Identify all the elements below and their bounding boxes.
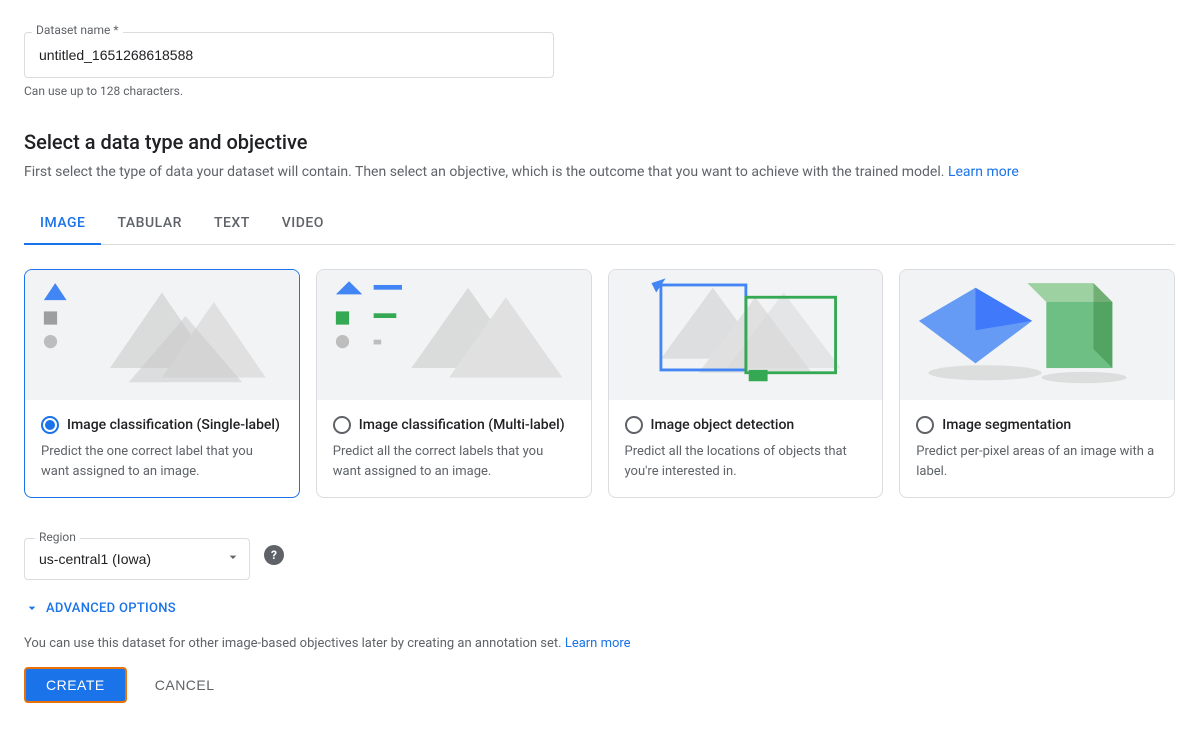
section-title: Select a data type and objective (24, 130, 1175, 154)
card-image-single-label (25, 270, 299, 400)
dataset-name-input[interactable] (24, 32, 554, 78)
card-title-segmentation: Image segmentation (916, 416, 1158, 434)
chevron-down-icon-advanced (24, 600, 40, 616)
radio-multi-label[interactable] (333, 416, 351, 434)
card-object-detection[interactable]: Image object detection Predict all the l… (608, 269, 884, 498)
card-desc-single-label: Predict the one correct label that you w… (41, 442, 283, 481)
card-title-multi-label: Image classification (Multi-label) (333, 416, 575, 434)
region-select-wrapper: Region us-central1 (Iowa) us-east1 (Sout… (24, 538, 250, 580)
objective-cards: Image classification (Single-label) Pred… (24, 269, 1175, 498)
data-type-tabs: IMAGE TABULAR TEXT VIDEO (24, 203, 1175, 245)
tab-image[interactable]: IMAGE (24, 203, 101, 245)
learn-more-link-bottom[interactable]: Learn more (565, 636, 631, 651)
card-title-single-label: Image classification (Single-label) (41, 416, 283, 434)
card-multi-label[interactable]: Image classification (Multi-label) Predi… (316, 269, 592, 498)
region-label: Region (35, 530, 80, 544)
tab-tabular[interactable]: TABULAR (101, 203, 197, 245)
card-title-object-detection: Image object detection (625, 416, 867, 434)
card-desc-segmentation: Predict per-pixel areas of an image with… (916, 442, 1158, 481)
learn-more-link-section[interactable]: Learn more (948, 164, 1019, 180)
cancel-button[interactable]: CANCEL (139, 669, 231, 701)
card-segmentation[interactable]: Image segmentation Predict per-pixel are… (899, 269, 1175, 498)
dataset-name-label: Dataset name * (32, 23, 123, 37)
radio-single-label[interactable] (41, 416, 59, 434)
section-description: First select the type of data your datas… (24, 162, 1175, 183)
char-hint: Can use up to 128 characters. (24, 84, 1175, 98)
region-select[interactable]: us-central1 (Iowa) us-east1 (South Carol… (25, 539, 249, 579)
region-section: Region us-central1 (Iowa) us-east1 (Sout… (24, 530, 1175, 580)
card-desc-multi-label: Predict all the correct labels that you … (333, 442, 575, 481)
card-image-segmentation (900, 270, 1174, 400)
tab-text[interactable]: TEXT (198, 203, 266, 245)
tab-video[interactable]: VIDEO (266, 203, 340, 245)
advanced-options-toggle[interactable]: ADVANCED OPTIONS (24, 600, 1175, 616)
help-icon[interactable]: ? (264, 545, 284, 565)
bottom-info: You can use this dataset for other image… (24, 636, 1175, 651)
card-image-multi-label (317, 270, 591, 400)
advanced-options-label: ADVANCED OPTIONS (46, 601, 176, 616)
radio-object-detection[interactable] (625, 416, 643, 434)
card-desc-object-detection: Predict all the locations of objects tha… (625, 442, 867, 481)
radio-segmentation[interactable] (916, 416, 934, 434)
create-button[interactable]: CREATE (24, 667, 127, 703)
card-single-label[interactable]: Image classification (Single-label) Pred… (24, 269, 300, 498)
action-buttons: CREATE CANCEL (24, 667, 1175, 703)
card-image-object-detection (609, 270, 883, 400)
